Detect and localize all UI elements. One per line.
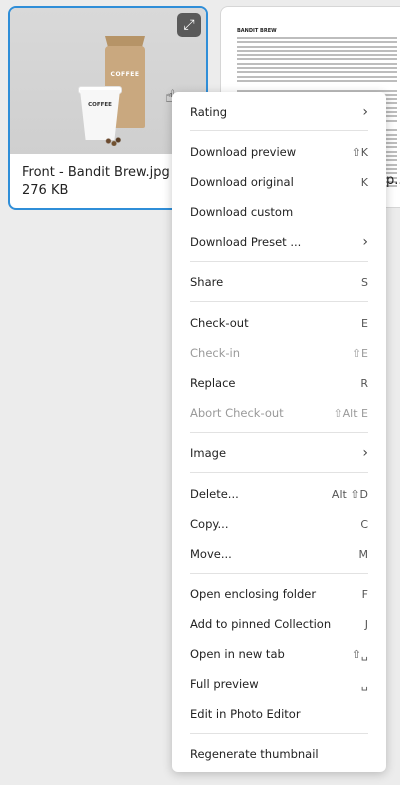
menu-divider — [190, 472, 368, 473]
menu-item-label: Full preview — [190, 677, 259, 691]
bag-label: COFFEE — [110, 71, 140, 78]
menu-item-label: Regenerate thumbnail — [190, 747, 319, 761]
menu-item-open-in-new-tab[interactable]: Open in new tab ⇧␣ — [190, 639, 368, 669]
expand-icon[interactable]: ⤢ — [177, 13, 201, 37]
menu-item-label: Edit in Photo Editor — [190, 707, 301, 721]
menu-item-label: Open in new tab — [190, 647, 285, 661]
chevron-right-icon: › — [362, 234, 368, 250]
menu-item-edit-in-photo-editor[interactable]: Edit in Photo Editor — [190, 699, 368, 729]
menu-item-copy[interactable]: Copy... C — [190, 509, 368, 539]
coffee-beans — [100, 136, 128, 146]
menu-item-replace[interactable]: Replace R — [190, 368, 368, 398]
menu-item-shortcut: R — [360, 376, 368, 390]
menu-item-label: Replace — [190, 376, 236, 390]
menu-item-share[interactable]: Share S — [190, 267, 368, 297]
menu-item-open-enclosing-folder[interactable]: Open enclosing folder F — [190, 579, 368, 609]
menu-item-shortcut: K — [360, 175, 368, 189]
menu-item-shortcut: ⇧E — [351, 346, 368, 360]
menu-divider — [190, 733, 368, 734]
menu-item-shortcut: M — [358, 547, 369, 561]
menu-item-label: Share — [190, 275, 224, 289]
menu-item-label: Open enclosing folder — [190, 587, 317, 601]
menu-item-label: Abort Check-out — [190, 406, 284, 420]
menu-item-label: Download custom — [190, 205, 294, 219]
menu-item-shortcut: Alt ⇧D — [331, 487, 368, 501]
asset-size: 276 KB — [22, 183, 69, 198]
menu-item-download-original[interactable]: Download original K — [190, 167, 368, 197]
menu-item-abort-check-out: Abort Check-out ⇧Alt E — [190, 398, 368, 428]
menu-item-shortcut: J — [364, 617, 368, 631]
menu-item-label: Copy... — [190, 517, 229, 531]
menu-item-move[interactable]: Move... M — [190, 539, 368, 569]
menu-item-label: Download original — [190, 175, 294, 189]
menu-item-label: Rating — [190, 105, 228, 119]
menu-item-download-preset[interactable]: Download Preset ... › — [190, 227, 368, 257]
menu-item-shortcut: ⇧K — [351, 145, 368, 159]
menu-item-regenerate-thumbnail[interactable]: Regenerate thumbnail — [190, 739, 368, 769]
document-heading: BANDIT BREW — [237, 28, 277, 34]
menu-item-label: Download preview — [190, 145, 297, 159]
menu-divider — [190, 432, 368, 433]
menu-item-label: Check-out — [190, 316, 249, 330]
chevron-right-icon: › — [362, 104, 368, 120]
context-menu: Rating › Download preview ⇧K Download or… — [172, 92, 386, 772]
menu-item-label: Add to pinned Collection — [190, 617, 332, 631]
menu-item-shortcut: F — [361, 587, 368, 601]
menu-item-label: Check-in — [190, 346, 241, 360]
menu-item-image[interactable]: Image › — [190, 438, 368, 468]
menu-item-label: Move... — [190, 547, 232, 561]
asset-title: p... — [386, 173, 400, 188]
menu-item-shortcut: E — [361, 316, 368, 330]
menu-item-add-to-pinned-collection[interactable]: Add to pinned Collection J — [190, 609, 368, 639]
menu-item-download-custom[interactable]: Download custom — [190, 197, 368, 227]
menu-item-delete[interactable]: Delete... Alt ⇧D — [190, 479, 368, 509]
menu-item-shortcut: ⇧␣ — [351, 647, 368, 661]
chevron-right-icon: › — [362, 445, 368, 461]
menu-item-label: Download Preset ... — [190, 235, 302, 249]
menu-item-rating[interactable]: Rating › — [190, 97, 368, 127]
menu-item-check-in: Check-in ⇧E — [190, 338, 368, 368]
menu-item-shortcut: ␣ — [361, 677, 368, 691]
menu-item-shortcut: S — [361, 275, 368, 289]
menu-item-label: Image — [190, 446, 227, 460]
menu-divider — [190, 261, 368, 262]
menu-item-full-preview[interactable]: Full preview ␣ — [190, 669, 368, 699]
menu-item-shortcut: ⇧Alt E — [333, 406, 368, 420]
menu-divider — [190, 301, 368, 302]
asset-title: Front - Bandit Brew.jpg — [22, 165, 170, 180]
menu-divider — [190, 130, 368, 131]
coffee-cup — [80, 90, 120, 140]
menu-item-shortcut: C — [360, 517, 368, 531]
menu-divider — [190, 573, 368, 574]
menu-item-download-preview[interactable]: Download preview ⇧K — [190, 137, 368, 167]
menu-item-check-out[interactable]: Check-out E — [190, 308, 368, 338]
menu-item-label: Delete... — [190, 487, 239, 501]
cup-label: COFFEE — [88, 102, 112, 108]
